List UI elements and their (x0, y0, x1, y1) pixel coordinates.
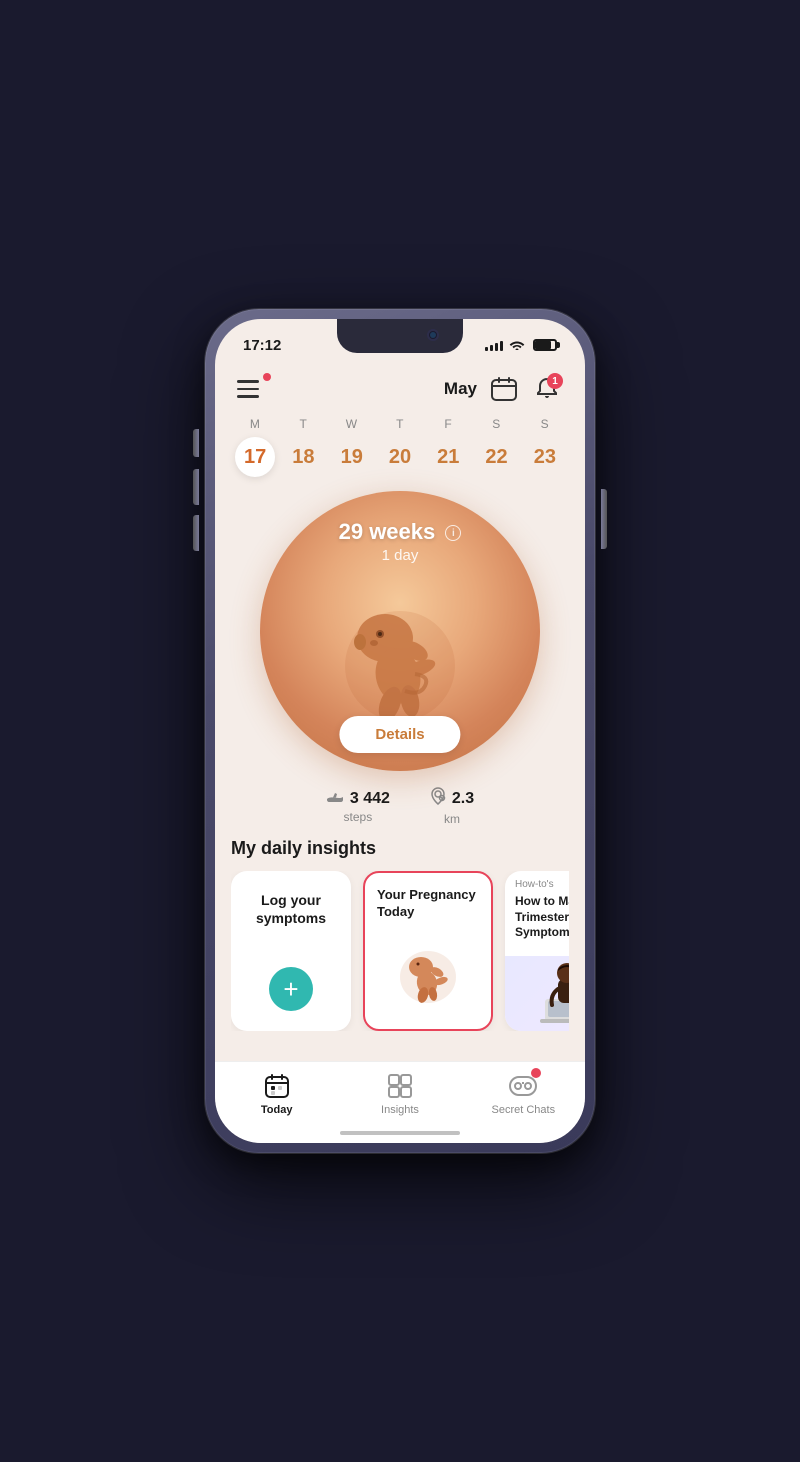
day-23[interactable]: 23 (525, 437, 565, 477)
insights-nav-label: Insights (381, 1104, 419, 1116)
fetus-section: 29 weeks i 1 day (215, 491, 585, 771)
steps-value: 3 442 (350, 790, 390, 808)
phone-frame: 17:12 (205, 309, 595, 1153)
day-21[interactable]: 21 (428, 437, 468, 477)
volume-down-button[interactable] (193, 515, 199, 551)
battery-icon (533, 339, 557, 351)
phone-screen: 17:12 (215, 319, 585, 1143)
insights-nav-icon (386, 1072, 414, 1100)
details-button[interactable]: Details (339, 716, 460, 753)
day-header-1: T (283, 417, 323, 431)
insights-scroll: Log your symptoms + Your Pregnancy Today (231, 871, 569, 1031)
app-header: May 1 (215, 363, 585, 413)
weeks-label: 29 weeks i (339, 519, 462, 544)
distance-unit: km (444, 812, 460, 826)
day-header-6: S (525, 417, 565, 431)
pregnancy-card-image (377, 937, 479, 1017)
battery-fill (535, 341, 551, 349)
steps-icon-row: 3 442 (326, 789, 390, 808)
log-title: Log your symptoms (247, 891, 335, 927)
howto-title: How to Manage 3rd Trimester Symptoms at … (505, 894, 569, 956)
insights-title: My daily insights (231, 838, 569, 859)
pregnancy-today-card[interactable]: Your Pregnancy Today (363, 871, 493, 1031)
pregnancy-card-title: Your Pregnancy Today (377, 887, 479, 921)
day-header-3: T (380, 417, 420, 431)
pregnancy-mini-illustration (393, 947, 463, 1007)
activity-section: 3 442 steps 2.3 km (215, 771, 585, 834)
distance-item: 2.3 km (430, 787, 474, 826)
distance-value: 2.3 (452, 790, 474, 808)
day-header-0: M (235, 417, 275, 431)
log-symptoms-card[interactable]: Log your symptoms + (231, 871, 351, 1031)
menu-notification-dot (263, 373, 271, 381)
nav-today[interactable]: Today (237, 1072, 317, 1116)
menu-line-1 (237, 380, 259, 383)
signal-bar-2 (490, 345, 493, 351)
wifi-icon (509, 338, 525, 353)
status-time: 17:12 (243, 337, 281, 354)
day-header-5: S (477, 417, 517, 431)
front-camera (427, 329, 439, 341)
today-nav-label: Today (261, 1104, 293, 1116)
calendar-button[interactable] (489, 376, 519, 402)
signal-icon (485, 339, 503, 351)
howto-card[interactable]: How-to's How to Manage 3rd Trimester Sym… (505, 871, 569, 1031)
nav-insights[interactable]: Insights (360, 1072, 440, 1116)
menu-line-3 (237, 395, 259, 398)
silent-button[interactable] (193, 429, 199, 457)
distance-icon-row: 2.3 (430, 787, 474, 810)
days-label: 1 day (339, 547, 462, 564)
insights-section: My daily insights Log your symptoms + Yo… (215, 834, 585, 1041)
fetus-circle: 29 weeks i 1 day (260, 491, 540, 771)
month-label: May (444, 379, 477, 399)
secret-chats-nav-label: Secret Chats (492, 1104, 556, 1116)
notification-button[interactable]: 1 (531, 373, 563, 405)
howto-badge: How-to's (505, 871, 569, 894)
log-plus-button[interactable]: + (269, 967, 313, 1011)
day-header-2: W (332, 417, 372, 431)
fetus-illustration (320, 596, 480, 736)
info-icon[interactable]: i (445, 525, 461, 541)
signal-bar-3 (495, 343, 498, 351)
secret-chats-badge (531, 1068, 541, 1078)
home-indicator (340, 1131, 460, 1135)
signal-bar-4 (500, 341, 503, 351)
howto-illustration (530, 961, 569, 1026)
nav-secret-chats[interactable]: Secret Chats (483, 1072, 563, 1116)
shoe-icon (326, 789, 344, 808)
day-18[interactable]: 18 (283, 437, 323, 477)
day-20[interactable]: 20 (380, 437, 420, 477)
day-17[interactable]: 17 (235, 437, 275, 477)
notification-badge: 1 (547, 373, 563, 389)
power-button[interactable] (601, 489, 607, 549)
notch (337, 319, 463, 353)
howto-image (505, 956, 569, 1031)
volume-up-button[interactable] (193, 469, 199, 505)
day-headers: M T W T F S S (231, 417, 569, 431)
header-right: May 1 (444, 373, 563, 405)
menu-line-2 (237, 388, 259, 391)
week-calendar: M T W T F S S 17 18 19 20 21 22 23 (215, 413, 585, 487)
day-19[interactable]: 19 (332, 437, 372, 477)
location-icon (430, 787, 446, 810)
steps-unit: steps (344, 810, 373, 824)
day-numbers: 17 18 19 20 21 22 23 (231, 437, 569, 477)
menu-button[interactable] (237, 371, 273, 407)
steps-item: 3 442 steps (326, 789, 390, 824)
day-header-4: F (428, 417, 468, 431)
today-nav-icon (263, 1072, 291, 1100)
signal-bar-1 (485, 347, 488, 351)
status-icons (485, 338, 557, 353)
secret-chats-nav-icon (509, 1072, 537, 1100)
day-22[interactable]: 22 (477, 437, 517, 477)
